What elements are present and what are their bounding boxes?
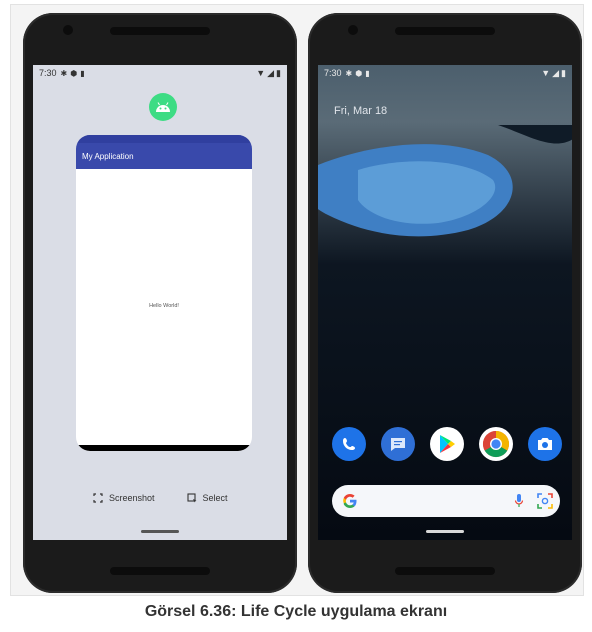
settings-icon: ✱	[345, 68, 353, 78]
app-bar: My Application	[76, 135, 252, 169]
gesture-nav-handle[interactable]	[426, 530, 464, 533]
front-camera	[348, 25, 358, 35]
microphone-icon[interactable]	[514, 493, 524, 509]
right-phone: 7:30 ✱ ⬢ ▮ ▼ ◢ ▮ Fri, Mar 18	[308, 13, 582, 593]
card-bottom-bar	[76, 445, 252, 451]
date-widget[interactable]: Fri, Mar 18	[334, 105, 387, 117]
status-stripe	[76, 135, 252, 143]
wifi-icon: ▼	[541, 68, 551, 78]
signal-icon: ◢	[267, 67, 275, 78]
messages-app-icon[interactable]	[381, 427, 415, 461]
bottom-speaker	[110, 567, 210, 575]
phone-app-icon[interactable]	[332, 427, 366, 461]
chrome-app-icon[interactable]	[479, 427, 513, 461]
battery-icon: ▮	[561, 67, 566, 78]
google-logo-icon	[343, 494, 357, 508]
gesture-nav-handle[interactable]	[141, 530, 179, 533]
bottom-speaker	[395, 567, 495, 575]
top-speaker	[110, 27, 210, 35]
status-time: 7:30	[39, 68, 57, 78]
figure-caption: Görsel 6.36: Life Cycle uygulama ekranı	[144, 603, 448, 620]
signal-icon: ◢	[552, 67, 560, 78]
app-dock	[332, 427, 562, 463]
shield-icon: ⬢	[355, 68, 363, 78]
screenshot-label: Screenshot	[109, 493, 155, 503]
select-icon	[186, 493, 197, 503]
wallpaper-shape	[318, 125, 572, 237]
app-title: My Application	[82, 152, 134, 161]
sd-card-icon: ▮	[80, 68, 85, 78]
select-button[interactable]: Select	[186, 493, 228, 503]
status-time: 7:30	[324, 68, 342, 78]
camera-app-icon[interactable]	[528, 427, 562, 461]
wifi-icon: ▼	[256, 68, 266, 78]
select-label: Select	[202, 493, 228, 503]
google-search-bar[interactable]	[332, 485, 560, 517]
recents-screen: 7:30 ✱ ⬢ ▮ ▼ ◢ ▮ My Application Hello Wo…	[33, 65, 287, 540]
recents-actions: Screenshot Select	[93, 493, 228, 503]
top-speaker	[395, 27, 495, 35]
sd-card-icon: ▮	[365, 68, 370, 78]
figure-frame: 7:30 ✱ ⬢ ▮ ▼ ◢ ▮ My Application Hello Wo…	[10, 4, 584, 596]
hello-text: Hello World!	[149, 303, 179, 309]
settings-icon: ✱	[60, 68, 68, 78]
screenshot-button[interactable]: Screenshot	[93, 493, 155, 503]
google-lens-icon[interactable]	[536, 492, 554, 510]
left-phone: 7:30 ✱ ⬢ ▮ ▼ ◢ ▮ My Application Hello Wo…	[23, 13, 297, 593]
screenshot-icon	[93, 493, 103, 503]
home-screen: 7:30 ✱ ⬢ ▮ ▼ ◢ ▮ Fri, Mar 18	[318, 65, 572, 540]
shield-icon: ⬢	[70, 68, 78, 78]
status-right: ▼ ◢ ▮	[541, 68, 566, 79]
status-bar: 7:30 ✱ ⬢ ▮ ▼ ◢ ▮	[33, 65, 287, 81]
play-store-app-icon[interactable]	[430, 427, 464, 461]
front-camera	[63, 25, 73, 35]
android-app-icon[interactable]	[149, 93, 177, 121]
recent-app-card[interactable]: My Application Hello World!	[76, 135, 252, 451]
status-right: ▼ ◢ ▮	[256, 68, 281, 79]
status-bar: 7:30 ✱ ⬢ ▮ ▼ ◢ ▮	[318, 65, 572, 81]
battery-icon: ▮	[276, 67, 281, 78]
